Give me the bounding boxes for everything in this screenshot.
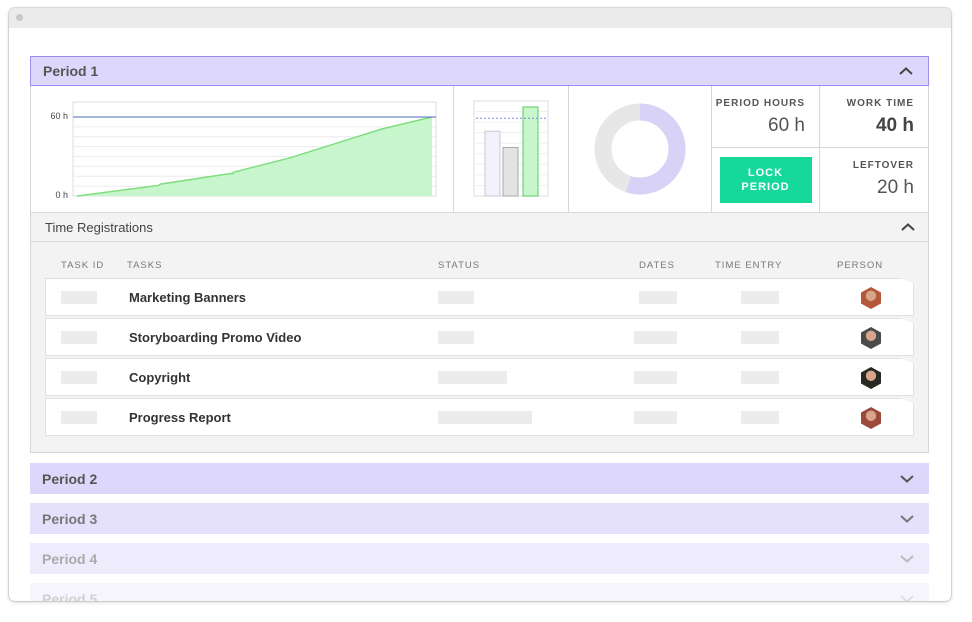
time-entry-placeholder xyxy=(741,331,779,344)
period-title: Period 2 xyxy=(42,470,98,487)
chevron-down-icon[interactable] xyxy=(897,589,917,601)
period-title: Period 1 xyxy=(43,63,99,79)
task-name: Marketing Banners xyxy=(129,290,247,305)
column-task-id[interactable]: TASK ID xyxy=(61,260,104,271)
donut-chart-panel xyxy=(569,86,712,212)
lock-period-cell: LOCK PERIOD xyxy=(712,148,820,212)
period-stats-row: 60 h 0 h PERIOD HOURS 60 h WORK TIME 40 … xyxy=(31,86,928,213)
time-registrations-header[interactable]: Time Registrations xyxy=(31,213,928,242)
avatar[interactable] xyxy=(861,367,881,389)
y-axis-bottom-label: 0 h xyxy=(55,190,68,200)
table-row[interactable]: Progress Report xyxy=(45,398,914,436)
status-placeholder xyxy=(438,371,507,384)
lock-period-button[interactable]: LOCK PERIOD xyxy=(719,157,812,203)
period-stats: PERIOD HOURS 60 h WORK TIME 40 h LOCK PE… xyxy=(712,86,928,212)
time-registrations-table: TASK ID TASKS STATUS DATES TIME ENTRY PE… xyxy=(31,242,928,452)
task-id-placeholder xyxy=(61,331,97,344)
column-tasks[interactable]: TASKS xyxy=(127,260,162,271)
chevron-down-icon[interactable] xyxy=(897,509,917,529)
avatar[interactable] xyxy=(861,327,881,349)
period-hours-value: 60 h xyxy=(768,115,805,136)
status-placeholder xyxy=(438,291,474,304)
dates-placeholder xyxy=(634,371,677,384)
table-rows: Marketing Banners Storyboarding Promo Vi… xyxy=(45,278,914,436)
leftover-stat: LEFTOVER 20 h xyxy=(820,148,928,212)
time-entry-placeholder xyxy=(741,411,779,424)
table-row[interactable]: Storyboarding Promo Video xyxy=(45,318,914,356)
y-axis-top-label: 60 h xyxy=(50,111,68,121)
dates-placeholder xyxy=(639,291,677,304)
bar xyxy=(502,146,519,197)
progress-donut-chart xyxy=(594,103,686,195)
hours-line-chart: 60 h 0 h xyxy=(50,101,437,200)
work-time-value: 40 h xyxy=(875,115,914,136)
task-name: Storyboarding Promo Video xyxy=(129,330,302,345)
work-time-stat: WORK TIME 40 h xyxy=(820,86,928,148)
column-person[interactable]: PERSON xyxy=(837,260,883,271)
table-row[interactable]: Copyright xyxy=(45,358,914,396)
task-id-placeholder xyxy=(61,411,97,424)
hours-line-chart-panel: 60 h 0 h xyxy=(31,86,454,212)
period-3-header[interactable]: Period 3 xyxy=(30,503,929,534)
comparison-bar-chart xyxy=(473,100,549,197)
bar xyxy=(522,106,539,197)
period-2-header[interactable]: Period 2 xyxy=(30,463,929,494)
chevron-up-icon[interactable] xyxy=(896,61,916,81)
chevron-down-icon[interactable] xyxy=(897,469,917,489)
chevron-down-icon[interactable] xyxy=(897,549,917,569)
task-id-placeholder xyxy=(61,291,97,304)
bar-chart-panel xyxy=(454,86,569,212)
column-dates[interactable]: DATES xyxy=(639,260,675,271)
table-header: TASK ID TASKS STATUS DATES TIME ENTRY PE… xyxy=(45,258,914,278)
task-name: Progress Report xyxy=(129,410,231,425)
table-row[interactable]: Marketing Banners xyxy=(45,278,914,316)
column-status[interactable]: STATUS xyxy=(438,260,480,271)
period-hours-label: PERIOD HOURS xyxy=(715,98,805,109)
dates-placeholder xyxy=(634,331,677,344)
window-dot-icon[interactable] xyxy=(16,14,23,21)
window-titlebar xyxy=(9,8,951,28)
chevron-up-icon[interactable] xyxy=(898,217,918,237)
period-1-body: 60 h 0 h PERIOD HOURS 60 h WORK TIME 40 … xyxy=(30,86,929,453)
time-entry-placeholder xyxy=(741,371,779,384)
avatar[interactable] xyxy=(861,407,881,429)
period-title: Period 3 xyxy=(42,510,98,527)
app-window: Period 1 60 h 0 h PERIOD HOURS 60 h WORK… xyxy=(9,8,951,601)
status-placeholder xyxy=(438,331,474,344)
period-5-header[interactable]: Period 5 xyxy=(30,583,929,601)
leftover-value: 20 h xyxy=(877,177,914,198)
status-placeholder xyxy=(438,411,532,424)
period-title: Period 5 xyxy=(42,590,98,602)
column-time-entry[interactable]: TIME ENTRY xyxy=(715,260,782,271)
time-entry-placeholder xyxy=(741,291,779,304)
periods-list: Period 1 60 h 0 h PERIOD HOURS 60 h WORK… xyxy=(30,56,929,601)
period-title: Period 4 xyxy=(42,550,98,567)
period-1-header[interactable]: Period 1 xyxy=(30,56,929,86)
work-time-label: WORK TIME xyxy=(846,98,914,109)
leftover-label: LEFTOVER xyxy=(852,160,914,171)
period-4-header[interactable]: Period 4 xyxy=(30,543,929,574)
task-id-placeholder xyxy=(61,371,97,384)
avatar[interactable] xyxy=(861,287,881,309)
dates-placeholder xyxy=(634,411,677,424)
task-name: Copyright xyxy=(129,370,191,385)
bar xyxy=(484,130,501,197)
period-hours-stat: PERIOD HOURS 60 h xyxy=(712,86,820,148)
time-registrations-title: Time Registrations xyxy=(45,219,153,235)
